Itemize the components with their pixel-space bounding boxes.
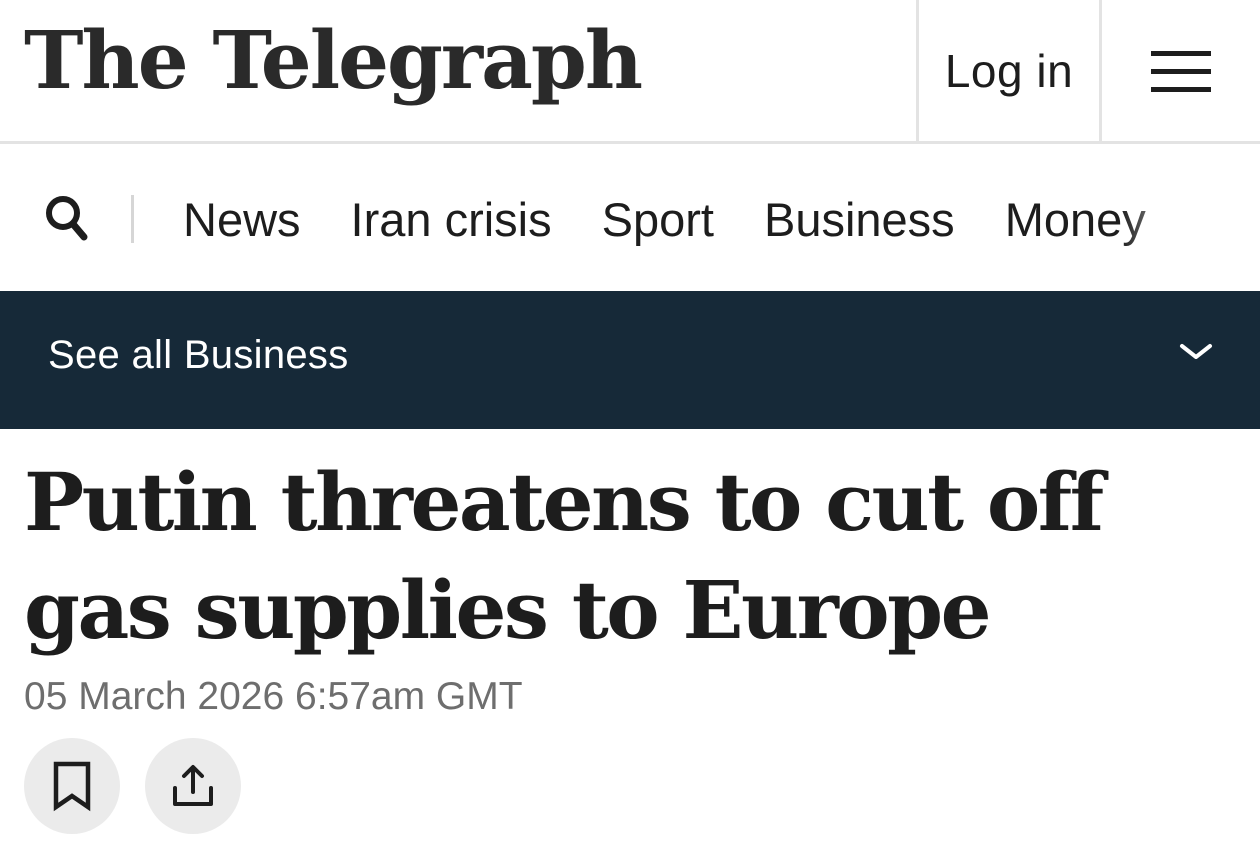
menu-button[interactable] [1102,0,1260,141]
nav-items: News Iran crisis Sport Business Money [183,147,1196,291]
telegraph-logo[interactable]: The Telegraph [24,10,643,110]
nav-divider [131,195,134,243]
chevron-down-icon [1180,344,1212,359]
share-icon [173,765,213,806]
hamburger-menu-icon [1151,50,1211,93]
nav-item-business[interactable]: Business [764,192,955,247]
search-icon [46,196,88,241]
login-label: Log in [944,44,1074,97]
login-button[interactable]: Log in [916,0,1102,141]
share-button[interactable] [145,738,241,834]
nav-item-sport[interactable]: Sport [602,192,714,247]
masthead: The Telegraph Log in [0,0,1260,144]
article-timestamp: 05 March 2026 6:57am GMT [24,675,523,718]
bookmark-icon [53,761,91,812]
bookmark-button[interactable] [24,738,120,834]
section-dropdown[interactable]: See all Business [0,291,1260,429]
nav-item-money[interactable]: Money [1005,192,1146,247]
nav-item-news[interactable]: News [183,192,301,247]
section-dropdown-label: See all Business [48,333,349,377]
primary-nav: News Iran crisis Sport Business Money [0,147,1260,291]
search-button[interactable] [40,191,94,245]
article-headline: Putin threatens to cut off gas supplies … [24,455,1104,657]
nav-item-iran-crisis[interactable]: Iran crisis [351,192,552,247]
